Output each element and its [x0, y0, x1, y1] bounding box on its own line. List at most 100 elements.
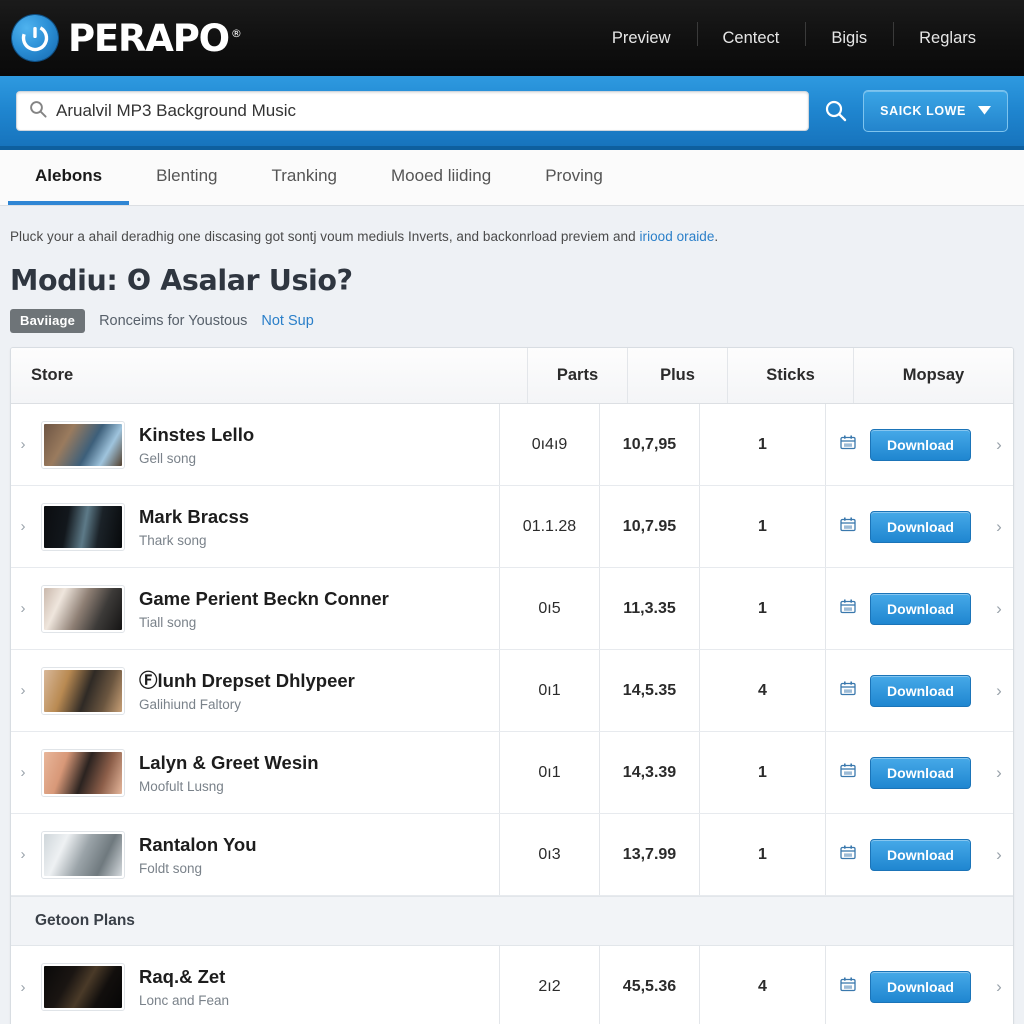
calendar-icon[interactable] — [840, 845, 856, 865]
download-button[interactable]: Download — [870, 592, 971, 625]
tab-alebons[interactable]: Alebons — [8, 150, 130, 205]
calendar-icon[interactable] — [840, 977, 856, 997]
plus-value: 13,7.99 — [599, 814, 699, 896]
table-group-header: Getoon Plans — [11, 896, 1013, 947]
tab-label: Mooed liiding — [391, 165, 492, 185]
tab-strip: Alebons Blenting Tranking Mooed liiding … — [0, 150, 1024, 206]
column-header-parts[interactable]: Parts — [527, 348, 627, 404]
sticks-value: 1 — [699, 732, 825, 814]
calendar-icon[interactable] — [840, 599, 856, 619]
subtitle-row: Baviiage Ronceims for Youstous Not Sup — [10, 309, 1014, 334]
store-cell: Ⓕlunh Drepset Dhlypeer Galihiund Faltory — [35, 650, 499, 731]
table-row[interactable]: › Game Perient Beckn Conner Tiall song 0… — [11, 568, 1013, 651]
description-text: Pluck your a ahail deradhig one discasin… — [10, 229, 640, 244]
row-detail-chevron-right-icon[interactable]: › — [985, 732, 1013, 813]
parts-value: 0ı1 — [499, 732, 599, 814]
store-subtitle: Lonc and Fean — [139, 993, 230, 1009]
download-button[interactable]: Download — [870, 838, 971, 871]
thumbnail — [41, 584, 125, 633]
row-expand-chevron-right-icon[interactable]: › — [11, 814, 35, 895]
store-subtitle: Gell song — [139, 450, 197, 466]
store-cell: Rantalon You Foldt song — [35, 814, 499, 895]
tab-proving[interactable]: Proving — [518, 150, 630, 205]
column-header-store[interactable]: Store — [11, 348, 527, 403]
mopsay-cell: Download — [825, 946, 985, 1024]
parts-value: 0ı3 — [499, 814, 599, 896]
store-title: Mark Bracss — [139, 505, 250, 527]
column-header-mopsay[interactable]: Mopsay — [853, 348, 1013, 404]
results-table-panel: Store Parts Plus Sticks Mopsay › Kinstes… — [10, 347, 1014, 1024]
column-header-plus[interactable]: Plus — [627, 348, 727, 404]
account-dropdown-button[interactable]: SAICK LOWE — [863, 90, 1008, 132]
table-row[interactable]: › Ⓕlunh Drepset Dhlypeer Galihiund Falto… — [11, 650, 1013, 733]
row-expand-chevron-right-icon[interactable]: › — [11, 486, 35, 567]
table-row[interactable]: › Mark Bracss Thark song 01.1.28 10,7.95… — [11, 486, 1013, 569]
brand-name-text: PERAPO — [68, 16, 230, 60]
brand-name: PERAPO ® — [68, 17, 242, 60]
row-expand-chevron-right-icon[interactable]: › — [11, 404, 35, 485]
tab-label: Blenting — [156, 165, 218, 185]
thumbnail — [41, 420, 125, 469]
row-expand-chevron-right-icon[interactable]: › — [11, 650, 35, 731]
nav-link-preview[interactable]: Preview — [586, 30, 697, 47]
tab-tranking[interactable]: Tranking — [245, 150, 365, 205]
store-title: Rantalon You — [139, 833, 257, 855]
row-expand-chevron-right-icon[interactable]: › — [11, 732, 35, 813]
calendar-icon[interactable] — [840, 681, 856, 701]
row-detail-chevron-right-icon[interactable]: › — [985, 404, 1013, 485]
plus-value: 14,3.39 — [599, 732, 699, 814]
tab-label: Alebons — [35, 165, 103, 185]
search-box[interactable] — [16, 91, 810, 131]
download-button[interactable]: Download — [870, 971, 971, 1004]
thumbnail — [41, 830, 125, 879]
nav-link-bigis[interactable]: Bigis — [805, 21, 893, 47]
download-button[interactable]: Download — [870, 756, 971, 789]
search-input[interactable] — [56, 101, 797, 121]
mopsay-cell: Download — [825, 568, 985, 650]
store-subtitle: Galihiund Faltory — [139, 696, 242, 712]
column-header-sticks[interactable]: Sticks — [727, 348, 853, 404]
tab-mooed-liiding[interactable]: Mooed liiding — [364, 150, 518, 205]
sticks-value: 1 — [699, 814, 825, 896]
plus-value: 10,7,95 — [599, 404, 699, 486]
table-row[interactable]: › Kinstes Lello Gell song 0ı4ı9 10,7,95 … — [11, 404, 1013, 487]
page-title: Modiu: ʘ Asalar Usio? — [10, 264, 353, 298]
thumbnail — [41, 502, 125, 551]
row-expand-chevron-right-icon[interactable]: › — [11, 568, 35, 649]
table-row[interactable]: › Rantalon You Foldt song 0ı3 13,7.99 1 — [11, 814, 1013, 897]
nav-link-centect[interactable]: Centect — [696, 21, 806, 47]
nav-link-reglars[interactable]: Reglars — [893, 21, 1002, 47]
trademark-mark: ® — [230, 27, 242, 41]
row-expand-chevron-right-icon[interactable]: › — [11, 946, 35, 1024]
row-detail-chevron-right-icon[interactable]: › — [985, 650, 1013, 731]
download-button[interactable]: Download — [870, 674, 971, 707]
tab-blenting[interactable]: Blenting — [129, 150, 244, 205]
table-row[interactable]: › Raq.& Zet Lonc and Fean 2ı2 45,5.36 4 — [11, 946, 1013, 1024]
download-button[interactable]: Download — [870, 510, 971, 543]
download-button[interactable]: Download — [870, 428, 971, 461]
chevron-down-icon — [978, 104, 991, 118]
description-link[interactable]: iriood oraide — [639, 229, 714, 244]
main-content: Pluck your a ahail deradhig one discasin… — [0, 206, 1024, 1024]
row-detail-chevron-right-icon[interactable]: › — [985, 568, 1013, 649]
store-cell: Kinstes Lello Gell song — [35, 404, 499, 485]
row-detail-chevron-right-icon[interactable]: › — [985, 814, 1013, 895]
subtitle-text: Ronceims for Youstous — [99, 313, 248, 330]
sticks-value: 1 — [699, 404, 825, 486]
not-sup-link[interactable]: Not Sup — [261, 313, 313, 329]
calendar-icon[interactable] — [840, 763, 856, 783]
account-label: SAICK LOWE — [880, 104, 966, 118]
top-header-bar: PERAPO ® Preview Centect Bigis Reglars — [0, 0, 1024, 76]
row-detail-chevron-right-icon[interactable]: › — [985, 486, 1013, 567]
thumbnail — [41, 963, 125, 1012]
calendar-icon[interactable] — [840, 435, 856, 455]
brand-logo[interactable]: PERAPO ® — [12, 15, 242, 61]
search-icon — [29, 100, 47, 123]
row-detail-chevron-right-icon[interactable]: › — [985, 946, 1013, 1024]
search-submit-icon[interactable] — [809, 99, 863, 123]
sticks-value: 1 — [699, 486, 825, 568]
table-row[interactable]: › Lalyn & Greet Wesin Moofult Lusng 0ı1 … — [11, 732, 1013, 815]
description-tail: . — [714, 229, 719, 244]
plus-value: 14,5.35 — [599, 650, 699, 732]
calendar-icon[interactable] — [840, 517, 856, 537]
